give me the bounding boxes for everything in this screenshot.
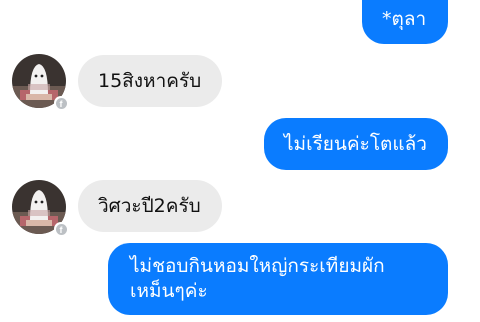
incoming-message[interactable]: 15สิงหาครับ bbox=[78, 55, 222, 107]
message-text: ไม่เรียนค่ะโตแล้ว bbox=[284, 133, 427, 155]
outgoing-message[interactable]: ไม่ชอบกินหอมใหญ่กระเทียมผัก เหม็นๆค่ะ bbox=[108, 243, 448, 315]
incoming-message[interactable]: วิศวะปี2ครับ bbox=[78, 180, 222, 232]
message-text: *ตุลา bbox=[382, 8, 427, 30]
facebook-icon: f bbox=[54, 222, 68, 236]
message-text: วิศวะปี2ครับ bbox=[98, 195, 201, 217]
message-text-line: ไม่ชอบกินหอมใหญ่กระเทียมผัก bbox=[130, 255, 385, 277]
outgoing-message[interactable]: *ตุลา bbox=[362, 0, 448, 44]
avatar[interactable]: f bbox=[12, 180, 68, 236]
message-text: 15สิงหาครับ bbox=[98, 70, 202, 92]
avatar[interactable]: f bbox=[12, 54, 68, 110]
facebook-icon: f bbox=[54, 96, 68, 110]
chat-thread: *ตุลา f 15สิงหาครับ ไม่เรียนค่ะโตแล้ว f … bbox=[0, 0, 480, 322]
message-text-line: เหม็นๆค่ะ bbox=[130, 280, 208, 302]
outgoing-message[interactable]: ไม่เรียนค่ะโตแล้ว bbox=[264, 118, 448, 170]
